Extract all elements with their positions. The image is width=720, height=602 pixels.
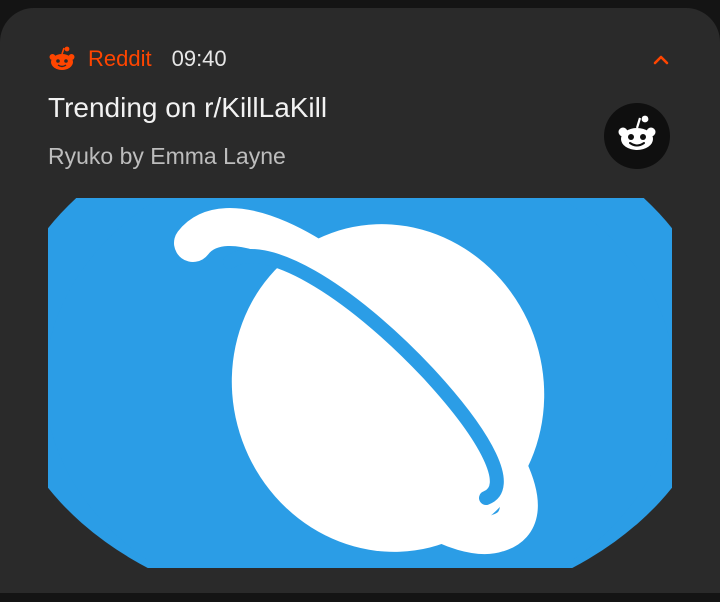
notification-card[interactable]: Reddit 09:40 Trending on r/KillLaKill Ry… — [0, 8, 720, 593]
reddit-alien-icon — [614, 111, 660, 162]
reddit-alien-icon — [48, 45, 76, 73]
notification-title: Trending on r/KillLaKill — [48, 92, 328, 123]
reddit-avatar[interactable] — [604, 103, 670, 169]
notification-time: 09:40 — [171, 46, 227, 71]
app-name: Reddit — [88, 46, 152, 71]
notification-image[interactable] — [48, 198, 672, 568]
collapse-button[interactable] — [648, 48, 674, 74]
planet-icon — [48, 198, 672, 568]
notification-subtitle: Ryuko by Emma Layne — [48, 143, 286, 169]
notification-header: Reddit 09:40 — [48, 44, 227, 74]
chevron-up-icon — [653, 52, 669, 70]
